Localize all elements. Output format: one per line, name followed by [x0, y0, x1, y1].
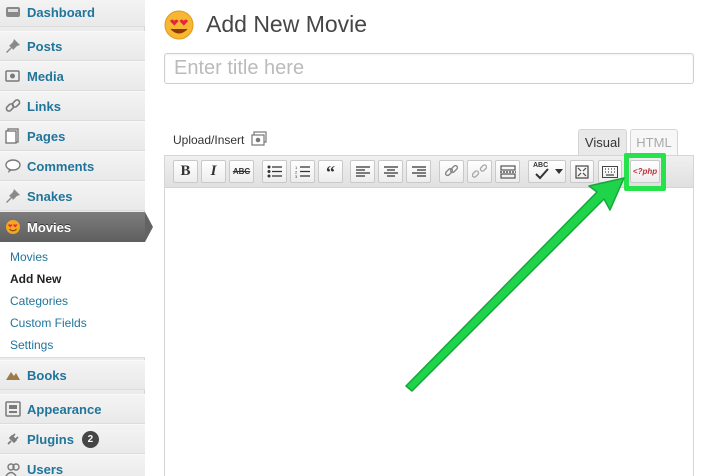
highlight-box — [624, 153, 666, 191]
spellcheck-icon: ABC — [533, 162, 551, 181]
menu-snakes-label: Snakes — [27, 188, 73, 204]
menu-plugins[interactable]: Plugins 2 — [0, 424, 145, 454]
menu-links[interactable]: Links — [0, 91, 145, 121]
broken-link-icon — [472, 164, 487, 179]
appearance-icon — [5, 401, 21, 417]
chain-link-icon — [444, 164, 459, 179]
pushpin-icon — [5, 188, 21, 204]
menu-snakes[interactable]: Snakes — [0, 181, 145, 211]
menu-users[interactable]: Users — [0, 454, 145, 476]
chevron-down-icon[interactable] — [555, 169, 563, 174]
blockquote-button[interactable]: “ — [318, 160, 343, 183]
movies-submenu: Movies Add New Categories Custom Fields … — [0, 242, 145, 358]
numbered-list-button[interactable]: 123 — [290, 160, 315, 183]
tab-visual[interactable]: Visual — [578, 129, 627, 155]
unlink-button[interactable] — [467, 160, 492, 183]
heart-eyes-emoji-icon — [163, 9, 195, 41]
media-icon — [5, 68, 21, 84]
link-icon — [5, 98, 21, 114]
menu-posts[interactable]: Posts — [0, 31, 145, 61]
menu-pages[interactable]: Pages — [0, 121, 145, 151]
align-right-button[interactable] — [406, 160, 431, 183]
menu-plugins-label: Plugins — [27, 431, 74, 447]
kitchen-sink-button[interactable] — [598, 160, 622, 183]
bullet-list-icon — [267, 165, 282, 178]
align-left-icon — [355, 165, 370, 178]
menu-media-label: Media — [27, 68, 64, 84]
fullscreen-icon — [575, 164, 589, 179]
plug-icon — [5, 431, 21, 447]
menu-movies[interactable]: Movies — [0, 212, 145, 242]
add-media-icon[interactable] — [251, 131, 268, 146]
menu-users-label: Users — [27, 461, 64, 476]
bold-button[interactable]: B — [173, 160, 198, 183]
tab-html[interactable]: HTML — [630, 129, 678, 155]
numbered-list-icon: 123 — [295, 165, 310, 178]
strikethrough-button[interactable]: ABC — [229, 160, 254, 183]
align-right-icon — [411, 165, 426, 178]
menu-dashboard[interactable]: Dashboard — [0, 0, 145, 27]
menu-appearance[interactable]: Appearance — [0, 394, 145, 424]
plugins-update-count-badge: 2 — [81, 430, 99, 448]
spellcheck-button[interactable]: ABC — [528, 160, 566, 183]
menu-media[interactable]: Media — [0, 61, 145, 91]
editor-content-area[interactable] — [164, 188, 694, 476]
menu-movies-label: Movies — [27, 219, 72, 235]
read-more-icon — [499, 164, 516, 179]
menu-pages-label: Pages — [27, 128, 66, 144]
menu-dashboard-label: Dashboard — [27, 4, 95, 20]
admin-sidebar: Dashboard Posts Media Links Pages Commen… — [0, 0, 153, 476]
upload-insert-label: Upload/Insert — [173, 133, 245, 147]
menu-appearance-label: Appearance — [27, 401, 102, 417]
menu-comments[interactable]: Comments — [0, 151, 145, 181]
svg-text:3: 3 — [295, 174, 298, 178]
fullscreen-button[interactable] — [570, 160, 594, 183]
dashboard-icon — [5, 4, 21, 20]
heart-eyes-emoji-icon — [5, 219, 21, 235]
keyboard-icon — [602, 165, 618, 178]
submenu-categories[interactable]: Categories — [10, 294, 68, 308]
align-left-button[interactable] — [350, 160, 375, 183]
pages-icon — [5, 128, 21, 144]
submenu-settings[interactable]: Settings — [10, 338, 53, 352]
submenu-movies[interactable]: Movies — [10, 250, 48, 264]
users-icon — [5, 461, 21, 476]
menu-links-label: Links — [27, 98, 61, 114]
movie-title-input[interactable] — [164, 53, 694, 84]
page-title: Add New Movie — [206, 11, 368, 37]
books-icon — [5, 367, 21, 383]
submenu-custom-fields[interactable]: Custom Fields — [10, 316, 87, 330]
comment-bubble-icon — [5, 158, 21, 174]
italic-button[interactable]: I — [201, 160, 226, 183]
align-center-icon — [383, 165, 398, 178]
insert-more-button[interactable] — [495, 160, 520, 183]
insert-link-button[interactable] — [439, 160, 464, 183]
menu-books-label: Books — [27, 367, 67, 383]
current-menu-arrow — [145, 212, 153, 242]
submenu-add-new[interactable]: Add New — [10, 272, 61, 286]
menu-posts-label: Posts — [27, 38, 63, 54]
pushpin-icon — [5, 38, 21, 54]
menu-books[interactable]: Books — [0, 360, 145, 390]
bullet-list-button[interactable] — [262, 160, 287, 183]
align-center-button[interactable] — [378, 160, 403, 183]
menu-comments-label: Comments — [27, 158, 95, 174]
